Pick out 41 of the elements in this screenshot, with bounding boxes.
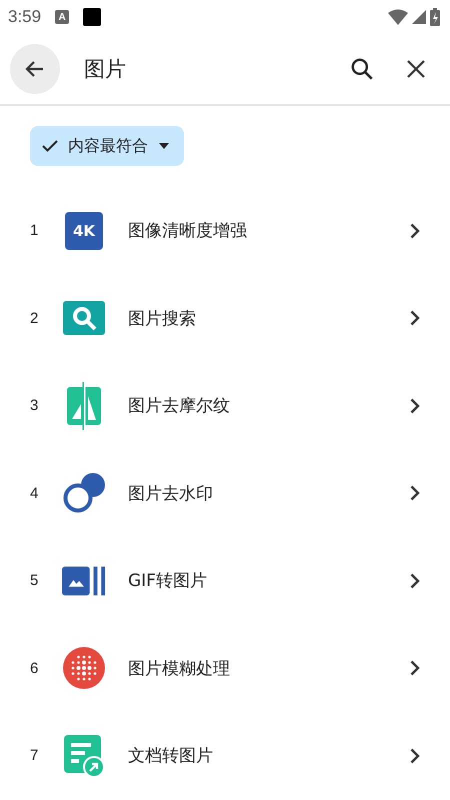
chevron-right-icon bbox=[410, 485, 420, 502]
status-time: 3:59 bbox=[8, 7, 42, 27]
chevron-right-icon bbox=[410, 398, 420, 414]
result-title[interactable]: 图片模糊处理 bbox=[128, 656, 410, 680]
rank-number: 7 bbox=[30, 747, 40, 764]
wifi-icon bbox=[388, 9, 408, 25]
rank-number: 1 bbox=[30, 222, 40, 240]
rank-number: 5 bbox=[30, 572, 40, 590]
back-button[interactable] bbox=[10, 44, 60, 94]
result-title[interactable]: 图片去摩尔纹 bbox=[128, 394, 410, 418]
overlapping-circles-icon bbox=[62, 472, 106, 514]
search-field[interactable]: 图片 bbox=[82, 56, 330, 82]
result-title[interactable]: 文档转图片 bbox=[128, 744, 410, 768]
dropdown-caret-icon bbox=[158, 142, 170, 150]
sort-chip[interactable]: 内容最符合 bbox=[30, 126, 184, 166]
magnifier-icon bbox=[63, 301, 105, 336]
chevron-right-icon bbox=[410, 572, 420, 589]
image-frames-icon bbox=[62, 566, 106, 596]
notification-icon: A bbox=[55, 10, 70, 24]
search-icon bbox=[349, 56, 375, 82]
rank-number: 2 bbox=[30, 310, 40, 327]
result-title[interactable]: 图片去水印 bbox=[128, 482, 410, 505]
battery-charging-icon bbox=[430, 8, 440, 26]
chevron-right-icon bbox=[410, 660, 420, 676]
chevron-right-icon bbox=[410, 222, 420, 239]
dotted-circle-icon bbox=[63, 647, 105, 690]
document-arrow-icon bbox=[62, 734, 106, 777]
result-title[interactable]: 图片搜索 bbox=[128, 306, 410, 330]
result-title[interactable]: GIF转图片 bbox=[128, 569, 410, 592]
checkmark-icon bbox=[42, 139, 58, 153]
split-image-icon bbox=[65, 382, 103, 430]
chevron-right-icon bbox=[410, 310, 420, 326]
rank-number: 4 bbox=[30, 484, 40, 502]
signal-icon bbox=[412, 10, 426, 24]
app-icon: 4K bbox=[65, 212, 103, 250]
close-icon bbox=[405, 58, 427, 80]
rank-number: 3 bbox=[30, 397, 40, 414]
rank-number: 6 bbox=[30, 660, 40, 677]
notification-square-icon bbox=[83, 8, 102, 26]
chevron-right-icon bbox=[410, 748, 420, 764]
result-title[interactable]: 图像清晰度增强 bbox=[128, 219, 410, 242]
